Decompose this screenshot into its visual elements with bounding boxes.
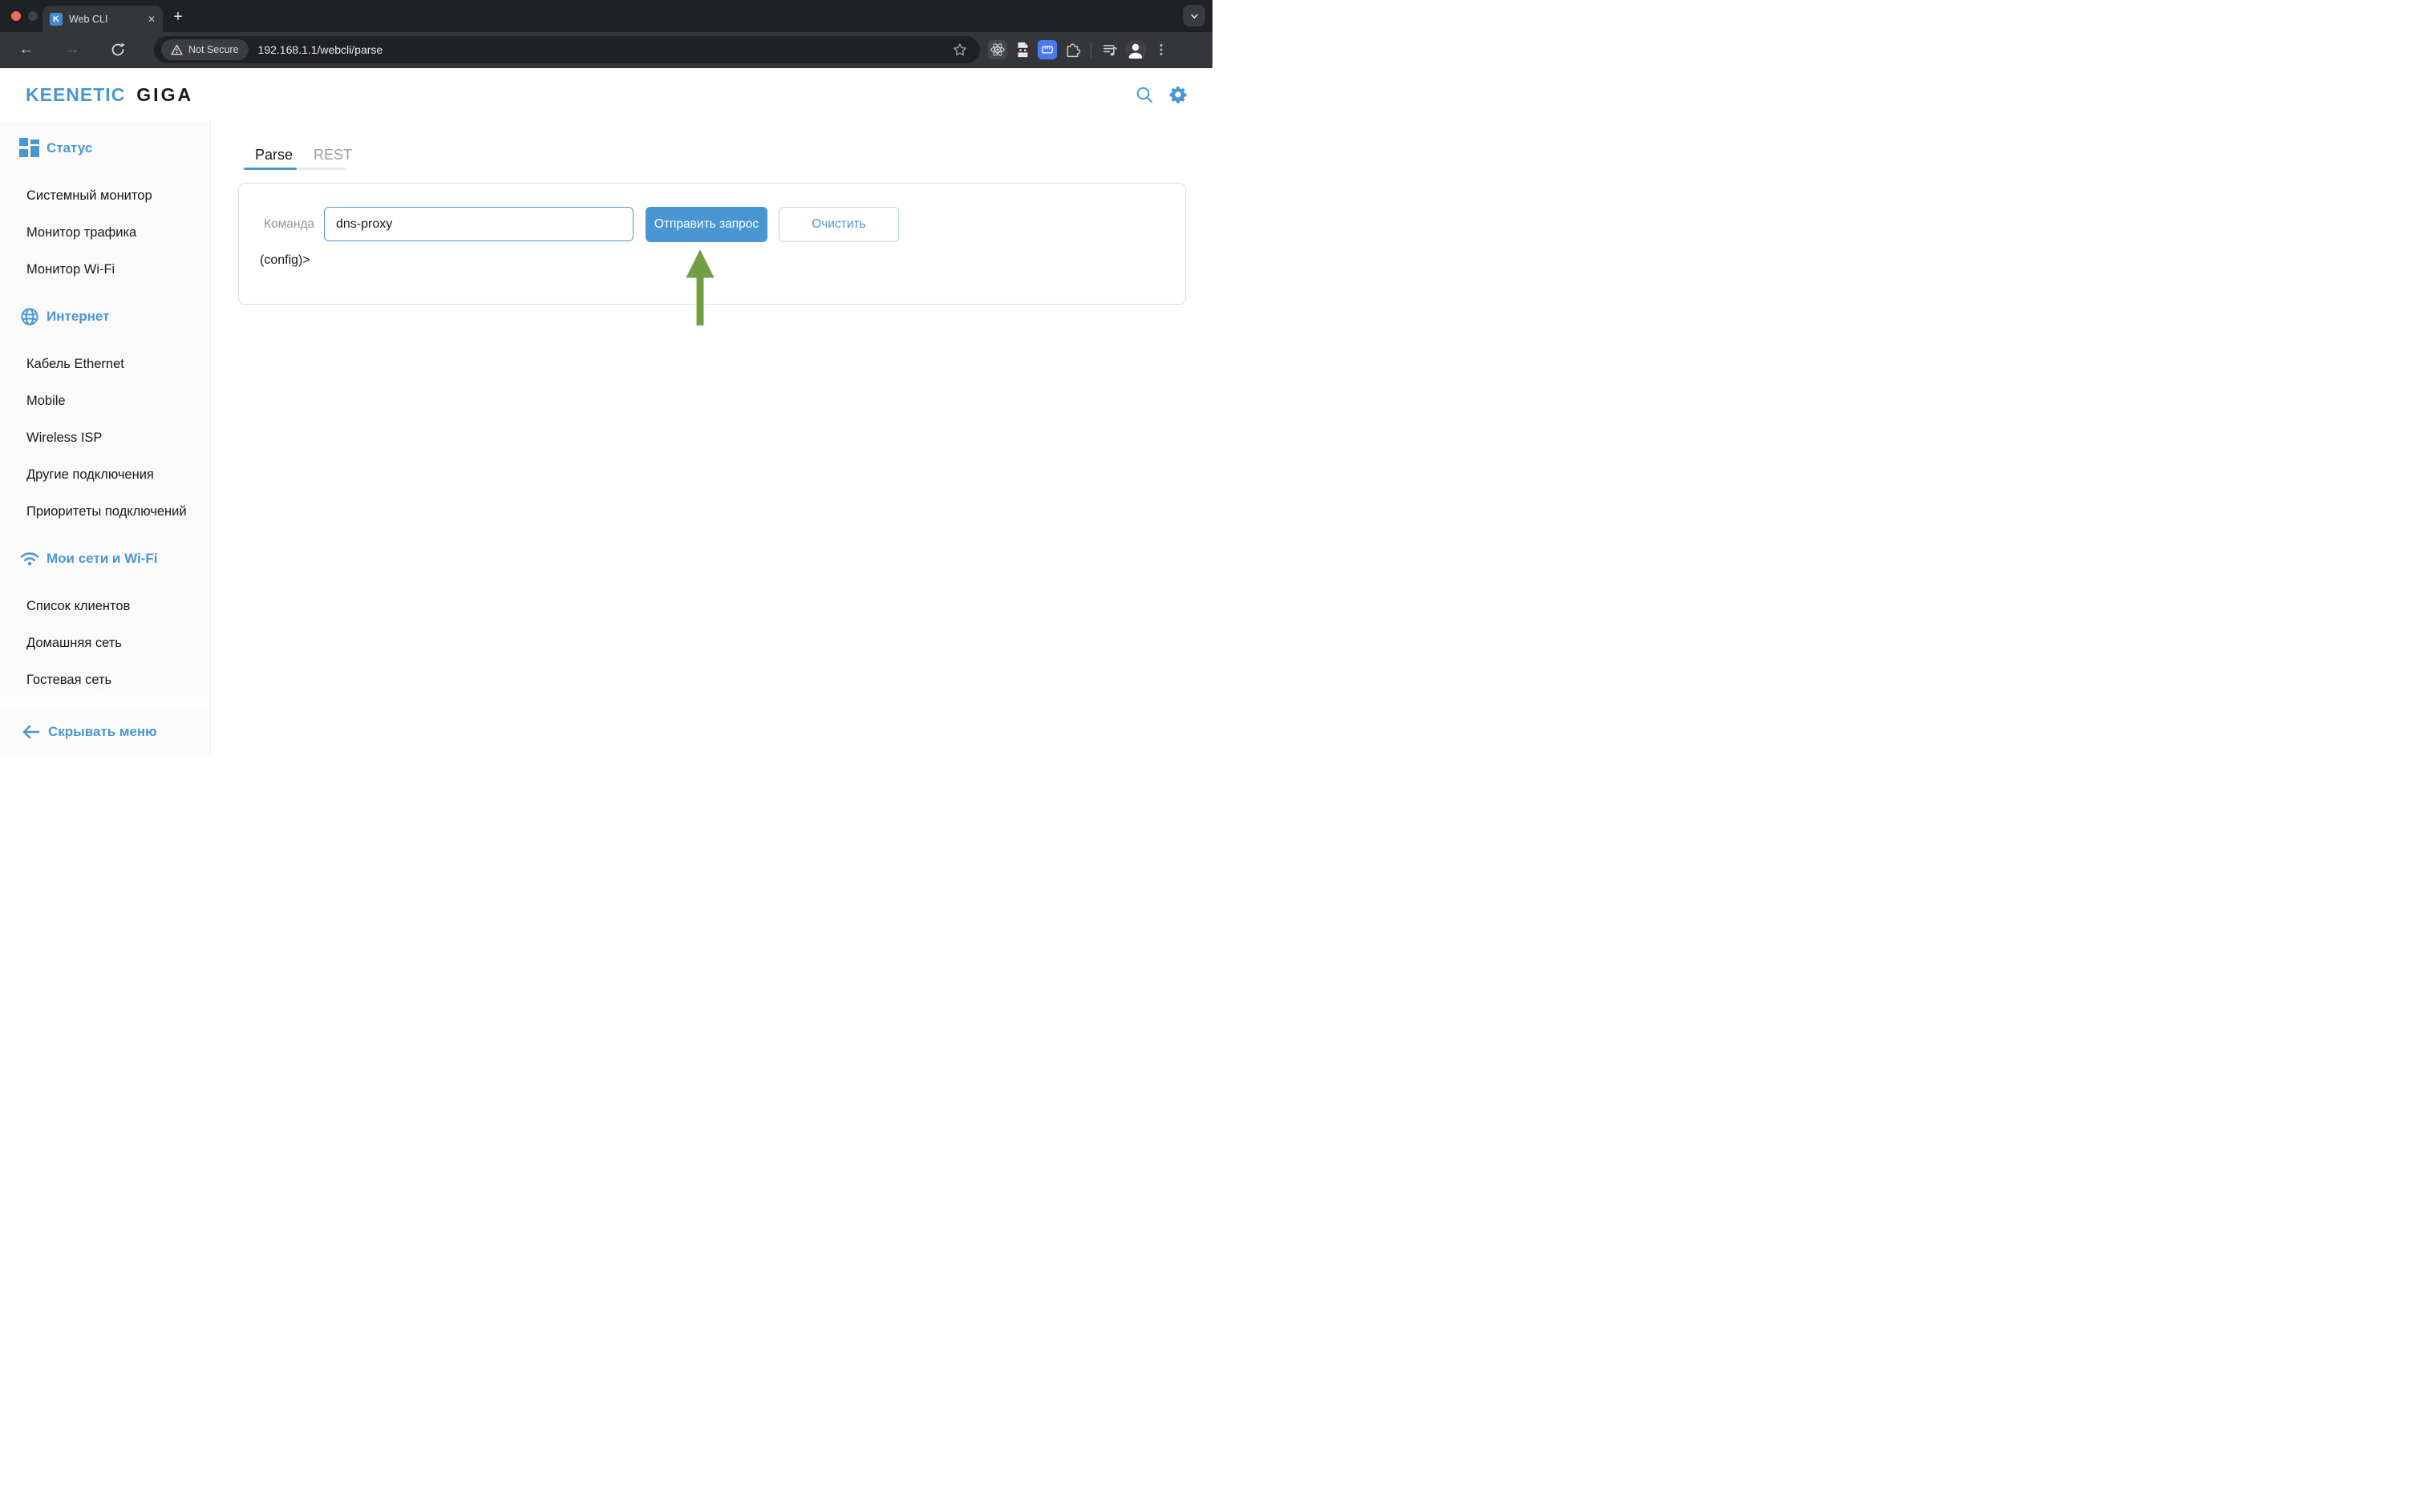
send-request-button[interactable]: Отправить запрос	[646, 207, 767, 242]
chevron-down-icon	[1187, 9, 1201, 23]
cli-output-prompt: (config)>	[260, 253, 310, 268]
tab-underline	[244, 168, 346, 170]
tab-search-button[interactable]	[1183, 5, 1205, 26]
command-label: Команда	[264, 217, 314, 232]
command-input[interactable]	[324, 207, 634, 241]
browser-tab[interactable]: K Web CLI ✕	[43, 6, 163, 32]
sidebar-item-home-network[interactable]: Домашняя сеть	[0, 625, 210, 661]
address-bar[interactable]: Not Secure 192.168.1.1/webcli/parse	[154, 36, 980, 63]
active-tab-indicator	[244, 168, 297, 170]
sidebar-item-connection-priorities[interactable]: Приоритеты подключений	[0, 493, 210, 530]
tab-rest[interactable]: REST	[314, 146, 352, 164]
router-admin-page: KEENETIC GIGA	[0, 68, 1212, 756]
star-icon	[952, 42, 968, 58]
sidebar-section-status: Статус Системный монитор Монитор трафика…	[0, 134, 210, 288]
reload-button[interactable]	[104, 36, 132, 63]
ruler-icon	[1039, 42, 1055, 58]
sidebar-item-traffic-monitor[interactable]: Монитор трафика	[0, 214, 210, 251]
tab-parse[interactable]: Parse	[255, 146, 293, 164]
back-button[interactable]: ←	[13, 36, 40, 63]
media-controls-button[interactable]	[1099, 39, 1120, 60]
annotation-arrow-up	[685, 248, 716, 327]
measure-extension-button[interactable]	[1038, 40, 1057, 59]
webcli-tabs: Parse REST	[255, 146, 352, 164]
hide-menu-button[interactable]: Скрывать меню	[0, 708, 209, 756]
profile-avatar-button[interactable]	[1125, 39, 1146, 60]
wifi-icon	[19, 550, 40, 568]
globe-icon	[19, 306, 40, 327]
tab-close-icon[interactable]: ✕	[148, 14, 156, 25]
sidebar-item-wireless-isp[interactable]: Wireless ISP	[0, 419, 210, 456]
sidebar-item-system-monitor[interactable]: Системный монитор	[0, 177, 210, 214]
sidebar-item-wifi-monitor[interactable]: Монитор Wi-Fi	[0, 251, 210, 288]
arrow-left-icon	[21, 724, 42, 740]
minimize-window-button[interactable]	[28, 11, 38, 21]
extensions-row	[988, 39, 1172, 60]
sidebar-section-label: Мои сети и Wi-Fi	[47, 551, 157, 567]
security-label: Not Secure	[188, 44, 239, 55]
kebab-menu-icon	[1153, 42, 1169, 58]
reload-icon	[109, 41, 127, 59]
sidebar-header-my-networks[interactable]: Мои сети и Wi-Fi	[0, 544, 210, 573]
security-chip[interactable]: Not Secure	[161, 39, 249, 60]
sidebar-header-internet[interactable]: Интернет	[0, 302, 210, 331]
sidebar-item-other-connections[interactable]: Другие подключения	[0, 456, 210, 493]
sidebar-section-internet: Интернет Кабель Ethernet Mobile Wireless…	[0, 302, 210, 530]
sidebar-item-mobile[interactable]: Mobile	[0, 382, 210, 419]
settings-button[interactable]	[1168, 84, 1188, 105]
json-viewer-extension-button[interactable]	[1012, 39, 1033, 60]
sidebar-item-guest-network[interactable]: Гостевая сеть	[0, 661, 210, 698]
site-favicon: K	[50, 13, 63, 26]
masked-document-icon	[1014, 41, 1031, 59]
sidebar-item-ethernet-cable[interactable]: Кабель Ethernet	[0, 346, 210, 382]
header-actions	[1134, 84, 1188, 105]
sidebar-section-label: Статус	[47, 140, 92, 156]
browser-tab-strip: K Web CLI ✕ +	[0, 0, 1212, 32]
bookmark-star-button[interactable]	[949, 39, 970, 60]
brand-keenetic: KEENETIC	[26, 84, 125, 106]
gear-icon	[1168, 85, 1188, 104]
sidebar-item-client-list[interactable]: Список клиентов	[0, 588, 210, 625]
browser-window: K Web CLI ✕ + ← →	[0, 0, 1212, 756]
search-icon	[1135, 85, 1154, 104]
playlist-music-icon	[1102, 42, 1119, 59]
hide-menu-label: Скрывать меню	[48, 724, 157, 740]
browser-menu-button[interactable]	[1151, 39, 1172, 60]
dashboard-icon	[19, 138, 40, 159]
puzzle-icon	[1064, 42, 1081, 59]
brand-logo: KEENETIC GIGA	[26, 84, 193, 106]
forward-button[interactable]: →	[59, 36, 86, 63]
clear-button[interactable]: Очистить	[779, 207, 899, 242]
browser-toolbar: ← → Not Secure 192.168.1.1/webcli/parse	[0, 32, 1212, 68]
react-devtools-extension-button[interactable]	[988, 40, 1007, 59]
tab-title: Web CLI	[69, 14, 141, 25]
sidebar-menu: Статус Системный монитор Монитор трафика…	[0, 121, 211, 756]
search-button[interactable]	[1134, 84, 1155, 105]
brand-model: GIGA	[136, 84, 193, 106]
extensions-menu-button[interactable]	[1062, 39, 1083, 60]
app-header: KEENETIC GIGA	[0, 68, 1212, 121]
url-text[interactable]: 192.168.1.1/webcli/parse	[258, 43, 949, 56]
sidebar-header-status[interactable]: Статус	[0, 134, 210, 163]
sidebar-section-label: Интернет	[47, 309, 109, 325]
sidebar-section-my-networks: Мои сети и Wi-Fi Список клиентов Домашня…	[0, 544, 210, 698]
new-tab-button[interactable]: +	[167, 7, 189, 26]
react-atom-icon	[990, 42, 1006, 58]
webcli-content: Parse REST Команда Отправить запрос Очис…	[211, 121, 1212, 756]
person-icon	[1125, 39, 1146, 60]
close-window-button[interactable]	[11, 11, 21, 21]
app-body: Статус Системный монитор Монитор трафика…	[0, 121, 1212, 756]
warning-icon	[171, 44, 183, 55]
